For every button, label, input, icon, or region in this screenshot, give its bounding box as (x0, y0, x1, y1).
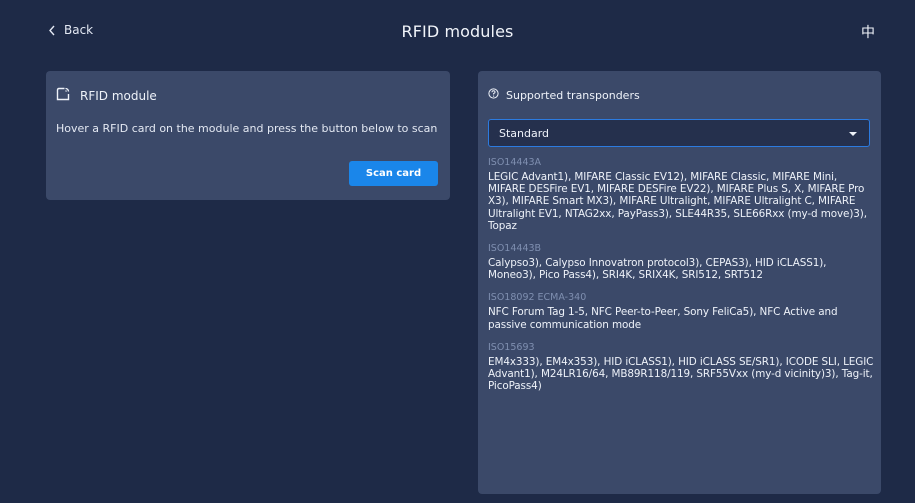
scan-instruction: Hover a RFID card on the module and pres… (56, 122, 438, 135)
standard-transponders: EM4x333), EM4x353), HID iCLASS1), HID iC… (488, 355, 874, 393)
page-title: RFID modules (401, 22, 514, 41)
standard-group: ISO15693 EM4x333), EM4x353), HID iCLASS1… (488, 342, 878, 393)
standard-name: ISO15693 (488, 341, 535, 353)
language-toggle[interactable]: 中 (861, 22, 875, 42)
standard-select[interactable]: Standard (488, 119, 870, 147)
standard-name: ISO14443B (488, 243, 542, 255)
standard-name: ISO18092 ECMA-340 (488, 292, 587, 304)
rfid-module-title: RFID module (80, 88, 157, 103)
supported-transponders-card: Supported transponders Standard ISO14443… (478, 71, 881, 494)
standards-list: ISO14443A LEGIC Advant1), MIFARE Classic… (488, 157, 878, 403)
card-scan-icon (56, 87, 70, 104)
standard-group: ISO18092 ECMA-340 NFC Forum Tag 1-5, NFC… (488, 292, 878, 330)
standard-transponders: Calypso3), Calypso Innovatron protocol3)… (488, 257, 827, 282)
help-circle-icon (488, 88, 499, 102)
scan-card-button[interactable]: Scan card (349, 161, 438, 186)
supported-transponders-title: Supported transponders (506, 88, 640, 102)
top-bar: Back RFID modules 中 (0, 0, 915, 64)
rfid-module-header: RFID module (56, 87, 157, 104)
standard-select-value: Standard (499, 127, 550, 140)
standard-name: ISO14443A (488, 157, 542, 168)
supported-transponders-header: Supported transponders (488, 88, 640, 102)
caret-down-icon (849, 132, 857, 136)
standard-transponders: LEGIC Advant1), MIFARE Classic EV12), MI… (488, 171, 867, 232)
standard-group: ISO14443B Calypso3), Calypso Innovatron … (488, 243, 878, 281)
standard-transponders: NFC Forum Tag 1-5, NFC Peer-to-Peer, Son… (488, 306, 838, 331)
standard-group: ISO14443A LEGIC Advant1), MIFARE Classic… (488, 157, 878, 232)
app-root: Back RFID modules 中 RFID module Hover a … (0, 0, 915, 503)
